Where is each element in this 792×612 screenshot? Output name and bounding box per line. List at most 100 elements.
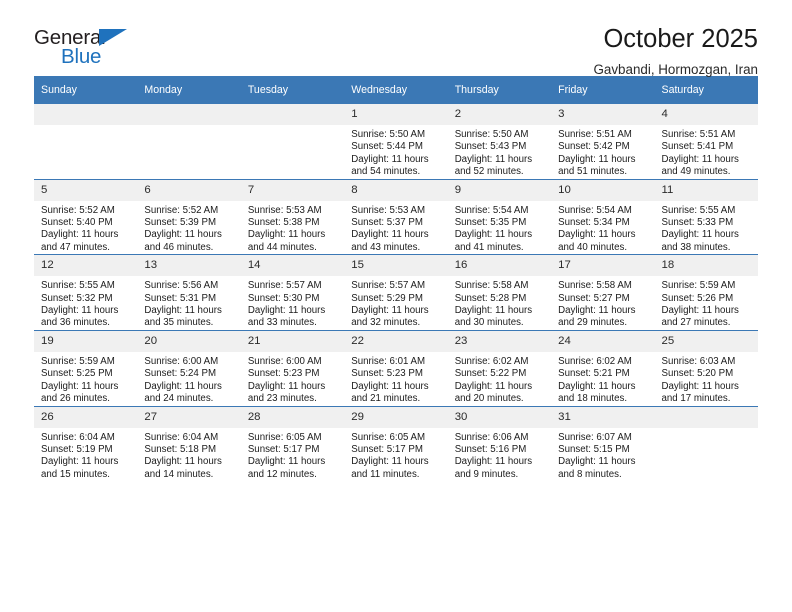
sunset-text: Sunset: 5:23 PM [247,368,320,380]
page-header: General Blue October 2025 Gavbandi, Horm… [34,0,758,77]
calendar-day-cell[interactable]: 24 Sunrise: 6:02 AM Sunset: 5:21 PM Dayligh… [551,329,655,406]
day-details: Sunrise: 6:02 AM Sunset: 5:22 PM Daylight:… [448,352,551,406]
calendar-day-cell[interactable]: 31 Sunrise: 6:07 AM Sunset: 5:15 PM Dayligh… [551,405,655,482]
calendar-day-cell[interactable]: 8 Sunrise: 5:53 AM Sunset: 5:37 PM Daylight… [344,178,448,255]
calendar-day-cell[interactable]: 29 Sunrise: 6:05 AM Sunset: 5:17 PM Dayligh… [344,405,448,482]
daylight-text-line1: Daylight: 11 hours [41,305,119,317]
calendar-table: Sunday Monday Tuesday Wednesday Thursday… [34,76,758,482]
calendar-day-cell[interactable]: 23 Sunrise: 6:02 AM Sunset: 5:22 PM Dayligh… [447,329,552,406]
sunrise-text: Sunrise: 5:53 AM [247,204,322,216]
calendar-day-cell[interactable]: 30 Sunrise: 6:06 AM Sunset: 5:16 PM Dayligh… [447,405,552,482]
daylight-text-line1: Daylight: 11 hours [41,456,119,468]
daylight-text-line1: Daylight: 11 hours [351,456,429,468]
daylight-text-line2: and 29 minutes. [558,317,628,329]
day-number [34,104,138,125]
day-number: 20 [137,330,241,352]
sunrise-text: Sunrise: 5:55 AM [661,204,736,216]
daylight-text-line2: and 35 minutes. [144,317,214,329]
daylight-text-line2: and 32 minutes. [351,317,421,329]
day-details: Sunrise: 5:57 AM Sunset: 5:30 PM Daylight:… [241,276,344,330]
sunrise-text: Sunrise: 5:50 AM [351,129,426,140]
calendar-day-cell[interactable]: 20 Sunrise: 6:00 AM Sunset: 5:24 PM Dayligh… [137,329,241,406]
day-details: Sunrise: 6:05 AM Sunset: 5:17 PM Daylight:… [241,428,344,482]
day-number: 17 [551,255,655,277]
day-details: Sunrise: 6:00 AM Sunset: 5:23 PM Daylight:… [241,352,344,406]
day-number [654,406,758,428]
calendar-day-cell-empty [240,103,345,180]
calendar-day-cell[interactable]: 2 Sunrise: 5:50 AM Sunset: 5:43 PM Daylight… [447,103,552,180]
sunrise-text: Sunrise: 5:51 AM [558,129,632,140]
day-details: Sunrise: 5:50 AM Sunset: 5:43 PM Daylight:… [448,125,551,179]
calendar-day-cell[interactable]: 12 Sunrise: 5:55 AM Sunset: 5:32 PM Dayligh… [34,254,138,331]
calendar-day-cell[interactable]: 4 Sunrise: 5:51 AM Sunset: 5:41 PM Daylight… [654,103,758,180]
daylight-text-line1: Daylight: 11 hours [558,305,636,317]
sunrise-text: Sunrise: 6:07 AM [558,431,632,443]
calendar-day-cell[interactable]: 19 Sunrise: 5:59 AM Sunset: 5:25 PM Dayligh… [34,329,138,406]
day-number: 10 [551,179,655,201]
sunset-text: Sunset: 5:19 PM [41,443,113,455]
sunset-text: Sunset: 5:22 PM [454,368,527,380]
calendar-day-cell[interactable]: 5 Sunrise: 5:52 AM Sunset: 5:40 PM Daylight… [34,178,138,255]
calendar-day-cell[interactable]: 15 Sunrise: 5:57 AM Sunset: 5:29 PM Dayligh… [344,254,448,331]
sunrise-text: Sunrise: 6:05 AM [247,431,322,443]
calendar-day-cell[interactable]: 25 Sunrise: 6:03 AM Sunset: 5:20 PM Dayligh… [654,329,758,406]
sunset-text: Sunset: 5:28 PM [454,292,527,304]
sunset-text: Sunset: 5:17 PM [351,443,423,455]
daylight-text-line1: Daylight: 11 hours [454,456,533,468]
calendar-day-cell[interactable]: 21 Sunrise: 6:00 AM Sunset: 5:23 PM Dayligh… [240,329,345,406]
calendar-day-cell[interactable]: 1 Sunrise: 5:50 AM Sunset: 5:44 PM Daylight… [344,103,448,180]
calendar-day-cell[interactable]: 11 Sunrise: 5:55 AM Sunset: 5:33 PM Dayligh… [654,178,758,255]
day-details: Sunrise: 5:53 AM Sunset: 5:38 PM Daylight:… [241,201,344,255]
daylight-text-line2: and 14 minutes. [144,468,214,480]
calendar-day-cell[interactable]: 26 Sunrise: 6:04 AM Sunset: 5:19 PM Dayligh… [34,405,138,482]
sunrise-text: Sunrise: 5:52 AM [41,204,115,216]
calendar-day-cell[interactable]: 18 Sunrise: 5:59 AM Sunset: 5:26 PM Dayligh… [654,254,758,331]
daylight-text-line1: Daylight: 11 hours [247,380,326,392]
calendar-day-cell[interactable]: 14 Sunrise: 5:57 AM Sunset: 5:30 PM Dayligh… [240,254,345,331]
daylight-text-line2: and 17 minutes. [661,393,731,405]
calendar-page: General Blue October 2025 Gavbandi, Horm… [0,0,792,612]
daylight-text-line2: and 52 minutes. [454,166,524,178]
sunrise-text: Sunrise: 5:54 AM [454,204,529,216]
day-number: 12 [34,255,138,277]
sunrise-text: Sunrise: 6:04 AM [41,431,115,443]
day-number [240,104,345,125]
daylight-text-line2: and 33 minutes. [247,317,317,329]
daylight-text-line1: Daylight: 11 hours [558,456,636,468]
calendar-day-cell[interactable]: 3 Sunrise: 5:51 AM Sunset: 5:42 PM Daylight… [551,103,655,180]
sunrise-text: Sunrise: 5:58 AM [454,280,529,292]
calendar-day-cell-empty [654,405,758,482]
daylight-text-line1: Daylight: 11 hours [351,380,429,392]
daylight-text-line2: and 30 minutes. [454,317,524,329]
calendar-day-cell[interactable]: 9 Sunrise: 5:54 AM Sunset: 5:35 PM Daylight… [447,178,552,255]
day-number: 30 [447,406,552,428]
sunrise-text: Sunrise: 6:02 AM [454,355,529,367]
calendar-day-cell[interactable]: 22 Sunrise: 6:01 AM Sunset: 5:23 PM Dayligh… [344,329,448,406]
day-details: Sunrise: 5:56 AM Sunset: 5:31 PM Daylight:… [137,276,240,330]
general-blue-logo[interactable]: General Blue [34,26,154,78]
daylight-text-line1: Daylight: 11 hours [454,153,533,165]
day-number: 15 [344,255,448,277]
day-details: Sunrise: 5:57 AM Sunset: 5:29 PM Daylight:… [344,276,447,330]
daylight-text-line1: Daylight: 11 hours [247,456,326,468]
title-block: October 2025 Gavbandi, Hormozgan, Iran [594,26,759,77]
calendar-day-cell[interactable]: 13 Sunrise: 5:56 AM Sunset: 5:31 PM Dayligh… [137,254,241,331]
daylight-text-line1: Daylight: 11 hours [661,305,739,317]
calendar-day-cell[interactable]: 7 Sunrise: 5:53 AM Sunset: 5:38 PM Daylight… [240,178,345,255]
day-details: Sunrise: 6:04 AM Sunset: 5:19 PM Daylight:… [34,428,137,482]
calendar-day-cell[interactable]: 17 Sunrise: 5:58 AM Sunset: 5:27 PM Dayligh… [551,254,655,331]
calendar-day-cell[interactable]: 10 Sunrise: 5:54 AM Sunset: 5:34 PM Dayligh… [551,178,655,255]
sunset-text: Sunset: 5:25 PM [41,368,113,380]
daylight-text-line2: and 18 minutes. [558,393,628,405]
daylight-text-line1: Daylight: 11 hours [144,380,222,392]
daylight-text-line1: Daylight: 11 hours [41,380,119,392]
sunset-text: Sunset: 5:20 PM [661,368,734,380]
calendar-day-cell[interactable]: 16 Sunrise: 5:58 AM Sunset: 5:28 PM Dayligh… [447,254,552,331]
calendar-week-row: 12 Sunrise: 5:55 AM Sunset: 5:32 PM Dayligh… [34,254,758,331]
calendar-day-cell[interactable]: 28 Sunrise: 6:05 AM Sunset: 5:17 PM Dayligh… [240,405,345,482]
calendar-day-cell[interactable]: 6 Sunrise: 5:52 AM Sunset: 5:39 PM Daylight… [137,178,241,255]
sunrise-text: Sunrise: 6:05 AM [351,431,426,443]
calendar-day-cell[interactable]: 27 Sunrise: 6:04 AM Sunset: 5:18 PM Dayligh… [137,405,241,482]
day-number: 25 [654,330,758,352]
sunset-text: Sunset: 5:27 PM [558,292,630,304]
